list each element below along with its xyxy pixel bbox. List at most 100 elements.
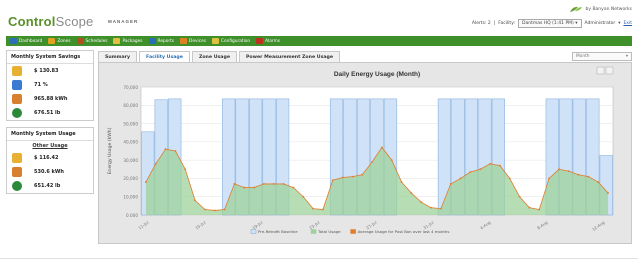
average-usage-point	[263, 183, 265, 185]
legend-swatch	[310, 229, 317, 234]
y-tick-label: 30,000	[123, 158, 138, 163]
footer-divider	[0, 258, 638, 259]
period-value: Month	[576, 54, 590, 59]
money-icon	[12, 66, 22, 76]
average-usage-point	[558, 168, 560, 171]
average-usage-point	[577, 173, 580, 176]
metric-value: $ 130.83	[34, 68, 59, 74]
average-usage-point	[371, 161, 373, 163]
tab-zone-usage[interactable]: Zone Usage	[191, 51, 237, 62]
nav-item-devices[interactable]: Devices	[180, 38, 206, 44]
daily-energy-chart: Daily Energy Usage (Month) 0.000 10,000 20,…	[107, 66, 614, 234]
nav-item-configuration[interactable]: Configuration	[211, 38, 251, 44]
devices-icon	[180, 38, 188, 44]
tab-power-measurement-zone-usage[interactable]: Power Measurement Zone Usage	[239, 51, 341, 62]
nav-item-label: Devices	[189, 38, 206, 44]
metric-row: 71 %	[7, 78, 93, 92]
logo-accent-text: Scope	[55, 14, 94, 29]
metric-value: 676.51 lb	[34, 110, 61, 116]
average-usage-point	[154, 162, 157, 165]
alerts-link[interactable]: Alerts: 2	[472, 21, 491, 26]
tab-summary[interactable]: Summary	[98, 51, 138, 62]
logout-link[interactable]: Exit	[623, 21, 632, 26]
y-tick-label: 70,000	[123, 85, 138, 90]
facility-row: Alerts: 2 | Facility: Dantmas HQ (1:41 P…	[471, 19, 632, 28]
average-usage-point	[233, 183, 236, 185]
summary-sidebar: Monthly System Savings $ 130.83 71 % 965.8…	[6, 50, 94, 246]
usage-title: Monthly System Usage	[7, 128, 93, 141]
nav-item-alarms[interactable]: Alarms	[256, 38, 280, 44]
average-usage-point	[469, 171, 472, 173]
chevron-down-icon: ▾	[618, 21, 621, 26]
average-usage-point	[184, 168, 187, 171]
alarms-icon	[256, 38, 264, 44]
reports-icon	[148, 38, 156, 44]
tab-facility-usage[interactable]: Facility Usage	[139, 51, 190, 62]
legend-label: Average Usage for Post Ban over last 4 m…	[358, 229, 450, 234]
top-header: ControlScope MANAGER by Banyan Networks …	[0, 0, 638, 34]
facility-select-value: Dantmas HQ (1:41 PM)	[522, 21, 574, 26]
average-usage-point	[253, 186, 255, 189]
co2-icon	[12, 181, 22, 191]
average-usage-point	[243, 186, 246, 189]
metric-value: 71 %	[34, 82, 48, 88]
legend-label: Pre-Retrofit Baseline	[258, 229, 298, 234]
average-usage-point	[420, 201, 423, 204]
metric-value: $ 116.42	[34, 155, 59, 161]
nav-item-zones[interactable]: Zones	[48, 38, 71, 44]
usage-box: Monthly System Usage Other Usage $ 116.4…	[6, 127, 94, 194]
nav-item-label: Configuration	[220, 38, 251, 44]
nav-item-schedules[interactable]: Schedules	[76, 38, 108, 44]
nav-item-label: Alarms	[265, 38, 280, 44]
meter-icon	[12, 94, 22, 104]
nav-item-packages[interactable]: Packages	[113, 38, 143, 44]
report-tabs: Summary Facility Usage Zone Usage Power Mea…	[98, 50, 632, 62]
average-usage-point	[164, 148, 167, 151]
chart-icon	[12, 80, 22, 90]
user-menu[interactable]: Administrator	[585, 21, 616, 26]
brand-text: by Banyan Networks	[585, 6, 632, 12]
savings-box: Monthly System Savings $ 130.83 71 % 965.8…	[6, 50, 94, 121]
average-usage-point	[282, 183, 285, 185]
average-usage-point	[322, 208, 324, 211]
nav-item-label: Dashboard	[19, 38, 43, 44]
average-usage-point	[361, 173, 364, 176]
facility-label: Facility:	[498, 21, 516, 26]
period-dropdown[interactable]: Month ▾	[572, 52, 632, 61]
average-usage-point	[331, 179, 334, 182]
average-usage-point	[174, 150, 177, 152]
nav-item-label: Packages	[122, 38, 143, 44]
average-usage-point	[508, 177, 511, 180]
nav-item-reports[interactable]: Reports	[148, 38, 174, 44]
x-tick-label: 4-Aug	[479, 219, 492, 230]
chart-panel: Daily Energy Usage (Month) 0.000 10,000 20,…	[98, 62, 632, 244]
average-usage-point	[449, 183, 452, 185]
nav-item-label: Schedules	[85, 38, 108, 44]
metric-row: 530.6 kWh	[7, 165, 93, 179]
usage-list: $ 116.42 530.6 kWh 651.42 lb	[7, 151, 93, 193]
facility-select[interactable]: Dantmas HQ (1:41 PM) ▾	[518, 19, 582, 28]
average-usage-point	[272, 183, 275, 185]
other-usage-label: Other Usage	[32, 143, 68, 149]
average-usage-point	[440, 207, 442, 210]
average-usage-point	[410, 192, 413, 194]
average-usage-point	[302, 195, 305, 198]
average-usage-point	[597, 181, 600, 183]
x-tick-label: 8-Aug	[536, 219, 549, 230]
average-usage-point	[390, 159, 393, 162]
schedules-icon	[76, 38, 84, 44]
configuration-icon	[211, 38, 219, 44]
export-icon	[605, 66, 614, 75]
app-logo[interactable]: ControlScope	[8, 14, 94, 29]
tab-list: Summary Facility Usage Zone Usage Power Mea…	[98, 51, 341, 62]
metric-value: 965.88 kWh	[34, 96, 68, 102]
chart-title: Daily Energy Usage (Month)	[334, 71, 420, 78]
nav-item-dashboard[interactable]: Dashboard	[10, 38, 42, 44]
average-usage-point	[479, 168, 482, 171]
metric-value: 530.6 kWh	[34, 169, 64, 175]
average-usage-point	[204, 208, 206, 211]
y-tick-label: 60,000	[123, 103, 138, 108]
meter-icon	[12, 167, 22, 177]
y-tick-label: 40,000	[123, 140, 138, 145]
chevron-down-icon: ▾	[625, 54, 628, 59]
